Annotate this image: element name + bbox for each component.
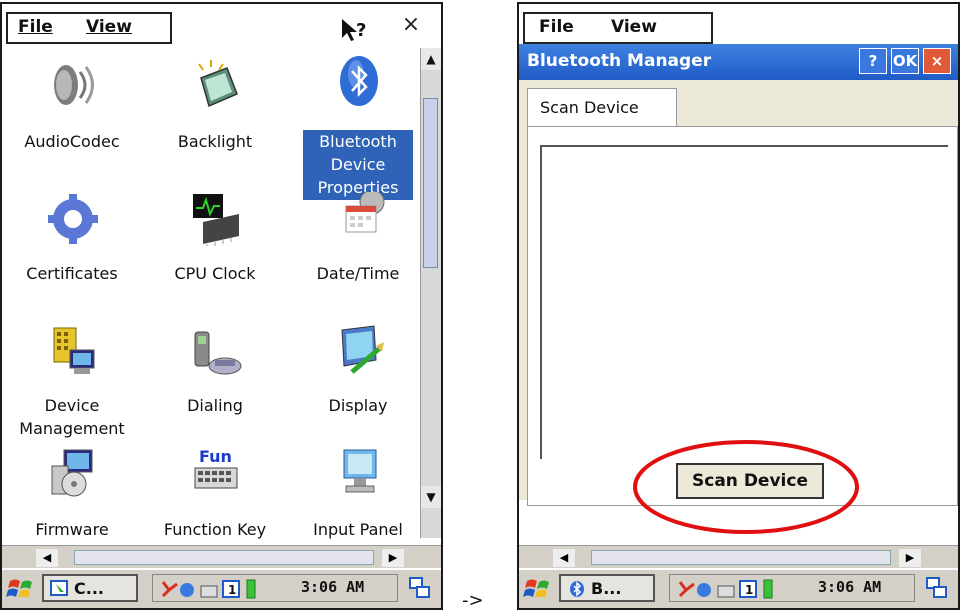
menu-view[interactable]: View — [611, 17, 657, 37]
input-panel-icon — [343, 449, 377, 493]
vertical-scroll-thumb[interactable] — [423, 98, 438, 268]
clock: 3:06 AM — [818, 578, 882, 596]
transition-arrow: -> — [462, 590, 484, 611]
tray-icons: 1 — [678, 579, 773, 599]
scroll-right-arrow-icon[interactable]: ▶ — [899, 549, 921, 567]
desktop-switch-icon[interactable] — [925, 576, 949, 600]
task-button-label: C... — [74, 579, 104, 598]
system-tray: 1 3:06 AM — [669, 574, 915, 602]
control-panel-screen: File View ? × AudioCodec Backlight Bluet… — [0, 2, 443, 610]
svg-text:Fun: Fun — [199, 447, 232, 466]
device-list[interactable] — [540, 145, 948, 459]
keyboard-icon: Fun — [194, 447, 238, 489]
dialog-close-button[interactable]: × — [923, 48, 951, 74]
svg-text:1: 1 — [745, 583, 753, 597]
horizontal-scroll-thumb[interactable] — [74, 550, 374, 565]
device-management-icon — [53, 327, 95, 374]
windows-start-icon[interactable] — [6, 575, 36, 603]
bluetooth-icon — [340, 56, 378, 106]
globe-icon — [697, 583, 711, 597]
scroll-left-arrow-icon[interactable]: ◀ — [36, 549, 58, 567]
icon-label-certificates: Certificates — [26, 264, 118, 283]
gear-icon — [48, 194, 98, 244]
scroll-left-arrow-icon[interactable]: ◀ — [553, 549, 575, 567]
menu-box: File View — [6, 12, 172, 44]
keyboard-tray-icon — [200, 585, 218, 598]
menu-file[interactable]: File — [18, 17, 53, 37]
display-icon — [341, 325, 384, 374]
scroll-up-arrow-icon[interactable]: ▲ — [421, 48, 441, 70]
icon-label-display: Display — [328, 396, 388, 415]
menu-bar: File View ? × — [2, 4, 441, 48]
tray-icons: 1 — [161, 579, 256, 599]
keyboard-tray-icon — [717, 585, 735, 598]
svg-text:1: 1 — [228, 583, 236, 597]
phone-icon — [194, 331, 242, 375]
menu-file[interactable]: File — [539, 17, 574, 37]
windows-start-icon[interactable] — [523, 575, 553, 603]
icon-label-bluetooth: Bluetooth Device Properties — [303, 130, 413, 200]
calendar-icon — [345, 192, 385, 233]
network-icon — [678, 581, 695, 598]
system-tray: 1 3:06 AM — [152, 574, 398, 602]
dialog-help-button[interactable]: ? — [859, 48, 887, 74]
horizontal-scrollbar[interactable]: ◀ ▶ — [519, 545, 958, 570]
speaker-icon — [54, 65, 94, 105]
icon-label-input-panel: Input Panel — [313, 520, 403, 539]
desktop-switch-icon[interactable] — [408, 576, 432, 600]
globe-icon — [180, 583, 194, 597]
horizontal-scrollbar[interactable]: ◀ ▶ — [2, 545, 441, 570]
task-button-control-panel[interactable]: C... — [42, 574, 138, 602]
battery-icon — [763, 579, 773, 599]
horizontal-scroll-thumb[interactable] — [591, 550, 891, 565]
dialog-body: Scan Device Scan Device — [519, 80, 958, 534]
cpu-icon — [193, 194, 239, 246]
task-button-bluetooth[interactable]: B... — [559, 574, 655, 602]
help-button[interactable]: ? — [336, 14, 372, 44]
scroll-right-arrow-icon[interactable]: ▶ — [382, 549, 404, 567]
network-icon — [161, 581, 178, 598]
icon-label-device-management: Device Management — [19, 396, 125, 438]
vertical-scrollbar[interactable]: ▲ ▼ — [420, 48, 441, 538]
dialog-ok-button[interactable]: OK — [891, 48, 919, 74]
icon-label-date-time: Date/Time — [316, 264, 400, 283]
backlight-icon — [198, 60, 238, 108]
battery-icon — [246, 579, 256, 599]
clock: 3:06 AM — [301, 578, 365, 596]
icon-label-firmware: Firmware — [35, 520, 109, 539]
icon-label-function-key: Function Key — [163, 520, 267, 539]
scroll-down-arrow-icon[interactable]: ▼ — [421, 486, 441, 508]
highlight-ring — [633, 440, 859, 534]
taskbar: C... 1 3:06 AM — [2, 568, 441, 608]
icon-grid: AudioCodec Backlight Bluetooth Device Pr… — [2, 48, 437, 539]
close-button[interactable]: × — [394, 12, 428, 42]
icon-label-dialing: Dialing — [187, 396, 243, 415]
tab-label: Scan Device — [540, 98, 639, 117]
tab-scan-device[interactable]: Scan Device — [527, 88, 677, 126]
icon-label-audiocodec: AudioCodec — [24, 132, 120, 151]
menu-bar-behind: File View — [519, 4, 958, 44]
task-button-label: B... — [591, 579, 622, 598]
bluetooth-manager-screen: File View Bluetooth Manager ? OK × Scan … — [517, 2, 960, 610]
icon-label-backlight: Backlight — [177, 132, 253, 151]
firmware-icon — [51, 449, 93, 497]
menu-box: File View — [523, 12, 713, 44]
icon-label-cpu-clock: CPU Clock — [174, 264, 256, 283]
dialog-title: Bluetooth Manager — [527, 51, 712, 71]
dialog-title-bar: Bluetooth Manager ? OK × — [519, 44, 958, 80]
menu-view[interactable]: View — [86, 17, 132, 37]
pointer-help-icon: ? — [342, 19, 366, 41]
bluetooth-task-icon — [570, 581, 584, 597]
control-panel-icon — [50, 580, 68, 596]
svg-text:?: ? — [356, 20, 366, 41]
taskbar: B... 1 3:06 AM — [519, 568, 958, 608]
